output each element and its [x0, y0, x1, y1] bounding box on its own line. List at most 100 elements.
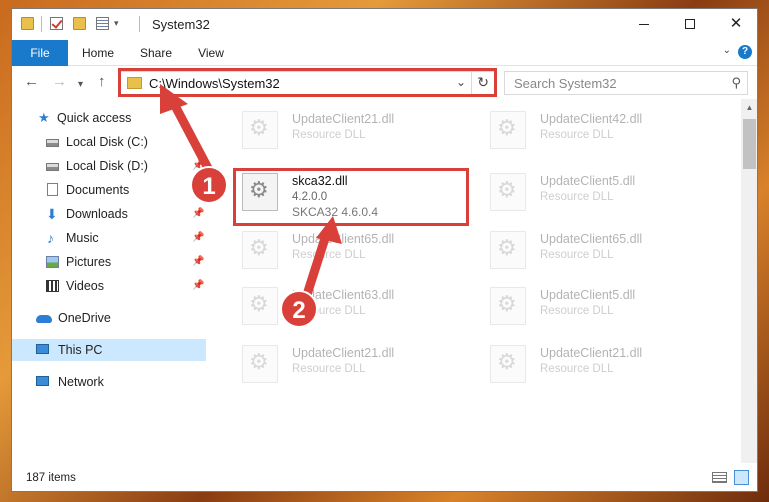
file-type: Resource DLL: [540, 305, 614, 317]
properties-check-icon[interactable]: [50, 17, 63, 30]
search-icon[interactable]: ⚲: [731, 75, 741, 91]
close-icon: ✕: [729, 15, 743, 32]
dll-file-icon: [490, 287, 526, 325]
sidebar-item-label: OneDrive: [58, 311, 111, 325]
tab-share[interactable]: Share: [132, 40, 180, 66]
sidebar-item-music[interactable]: ♪ Music 📌: [12, 227, 206, 249]
file-type: Resource DLL: [540, 249, 614, 261]
back-button[interactable]: ←: [24, 74, 39, 90]
file-type: Resource DLL: [540, 191, 614, 203]
quick-access-dropdown-icon[interactable]: ▾: [114, 18, 119, 29]
dll-file-icon: [242, 173, 278, 211]
quick-access-divider: [41, 16, 42, 32]
vertical-scrollbar[interactable]: ▲: [741, 99, 757, 463]
sidebar-item-quick-access[interactable]: ★ Quick access: [12, 107, 206, 129]
file-item-selected[interactable]: skca32.dll 4.2.0.0 SKCA32 4.6.0.4: [230, 169, 470, 225]
cloud-icon: [36, 315, 52, 323]
file-item[interactable]: UpdateClient63.dll Resource DLL: [230, 283, 470, 329]
pin-icon: 📌: [192, 280, 205, 291]
help-icon[interactable]: ?: [738, 45, 752, 59]
sidebar-item-onedrive[interactable]: OneDrive: [12, 307, 206, 329]
sidebar-item-label: Local Disk (C:): [66, 135, 148, 149]
file-item[interactable]: UpdateClient21.dll Resource DLL: [230, 341, 470, 387]
sidebar-item-label: Documents: [66, 183, 130, 197]
sidebar-item-downloads[interactable]: ⬇ Downloads 📌: [12, 203, 206, 225]
details-view-icon[interactable]: [712, 472, 727, 483]
navigation-bar: ← → ▾ ↑ C:\Windows\System32 ⌄ ↻ Search S…: [12, 67, 757, 99]
new-folder-icon[interactable]: [73, 17, 86, 30]
explorer-window: ▾ System32 ✕ File Home Share View ⌄ ? ← …: [11, 8, 758, 492]
refresh-icon[interactable]: ↻: [477, 74, 489, 91]
sidebar-item-videos[interactable]: Videos 📌: [12, 275, 206, 297]
sidebar-item-label: Local Disk (D:): [66, 159, 148, 173]
file-name: UpdateClient65.dll: [292, 232, 395, 246]
tab-home[interactable]: Home: [74, 40, 122, 66]
forward-button[interactable]: →: [52, 74, 67, 90]
step-1-badge: 1: [190, 166, 228, 204]
dll-file-icon: [242, 287, 278, 325]
file-item[interactable]: UpdateClient21.dll Resource DLL: [230, 107, 470, 153]
tab-view[interactable]: View: [188, 40, 234, 66]
maximize-icon: [685, 19, 695, 30]
sidebar-item-label: Videos: [66, 279, 104, 293]
disk-icon: [46, 139, 59, 147]
expand-ribbon-icon[interactable]: ⌄: [723, 45, 731, 56]
sidebar-item-label: This PC: [58, 343, 103, 357]
folder-icon: [21, 17, 34, 30]
large-icons-view-icon[interactable]: [734, 470, 749, 485]
sidebar-item-this-pc[interactable]: This PC: [12, 339, 206, 361]
title-bar: ▾ System32 ✕: [12, 9, 757, 40]
navigation-pane: ★ Quick access Local Disk (C:) Local Dis…: [12, 105, 206, 463]
download-icon: ⬇: [46, 206, 58, 222]
folder-icon: [127, 77, 142, 89]
scroll-thumb[interactable]: [743, 119, 756, 169]
minimize-icon: [639, 23, 649, 25]
pictures-icon: [46, 256, 59, 268]
file-name: UpdateClient5.dll: [540, 174, 636, 188]
file-type: Resource DLL: [292, 363, 366, 375]
sidebar-item-pictures[interactable]: Pictures 📌: [12, 251, 206, 273]
sidebar-item-label: Network: [58, 375, 104, 389]
file-item[interactable]: UpdateClient65.dll Resource DLL: [230, 227, 470, 273]
file-type: Resource DLL: [540, 363, 614, 375]
file-list: UpdateClient21.dll Resource DLL skca32.d…: [220, 105, 740, 463]
tab-file[interactable]: File: [12, 40, 68, 66]
file-description: SKCA32 4.6.0.4: [292, 205, 379, 219]
file-item[interactable]: UpdateClient42.dll Resource DLL: [478, 107, 718, 153]
file-name: UpdateClient21.dll: [292, 346, 395, 360]
search-input[interactable]: Search System32: [514, 76, 617, 91]
file-name: UpdateClient65.dll: [540, 232, 643, 246]
up-button[interactable]: ↑: [98, 74, 106, 90]
file-type: Resource DLL: [292, 129, 366, 141]
sidebar-item-documents[interactable]: Documents 📌: [12, 179, 206, 201]
file-item[interactable]: UpdateClient65.dll Resource DLL: [478, 227, 718, 273]
address-path[interactable]: C:\Windows\System32: [149, 76, 280, 91]
maximize-button[interactable]: [667, 9, 713, 40]
file-item[interactable]: UpdateClient21.dll Resource DLL: [478, 341, 718, 387]
dll-file-icon: [242, 345, 278, 383]
address-dropdown-icon[interactable]: ⌄: [456, 75, 466, 89]
customize-list-icon[interactable]: [96, 17, 109, 30]
search-box[interactable]: Search System32 ⚲: [504, 71, 748, 95]
file-item[interactable]: UpdateClient5.dll Resource DLL: [478, 283, 718, 329]
file-item[interactable]: UpdateClient5.dll Resource DLL: [478, 169, 718, 215]
sidebar-item-label: Quick access: [57, 111, 132, 125]
scroll-up-icon[interactable]: ▲: [741, 99, 757, 116]
dll-file-icon: [490, 345, 526, 383]
sidebar-item-local-disk-d[interactable]: Local Disk (D:) 📌: [12, 155, 206, 177]
title-divider: [139, 16, 140, 32]
step-2-badge: 2: [280, 290, 318, 328]
file-name: UpdateClient42.dll: [540, 112, 643, 126]
dll-file-icon: [490, 231, 526, 269]
sidebar-item-local-disk-c[interactable]: Local Disk (C:): [12, 131, 206, 153]
star-icon: ★: [38, 110, 50, 125]
minimize-button[interactable]: [621, 9, 667, 40]
sidebar-item-network[interactable]: Network: [12, 371, 206, 393]
item-count: 187 items: [26, 472, 76, 484]
recent-locations-button[interactable]: ▾: [78, 77, 83, 93]
close-button[interactable]: ✕: [713, 9, 757, 40]
file-version: 4.2.0.0: [292, 191, 328, 203]
address-bar[interactable]: C:\Windows\System32 ⌄ ↻: [120, 71, 495, 95]
file-name: skca32.dll: [292, 174, 348, 188]
file-name: UpdateClient21.dll: [540, 346, 643, 360]
